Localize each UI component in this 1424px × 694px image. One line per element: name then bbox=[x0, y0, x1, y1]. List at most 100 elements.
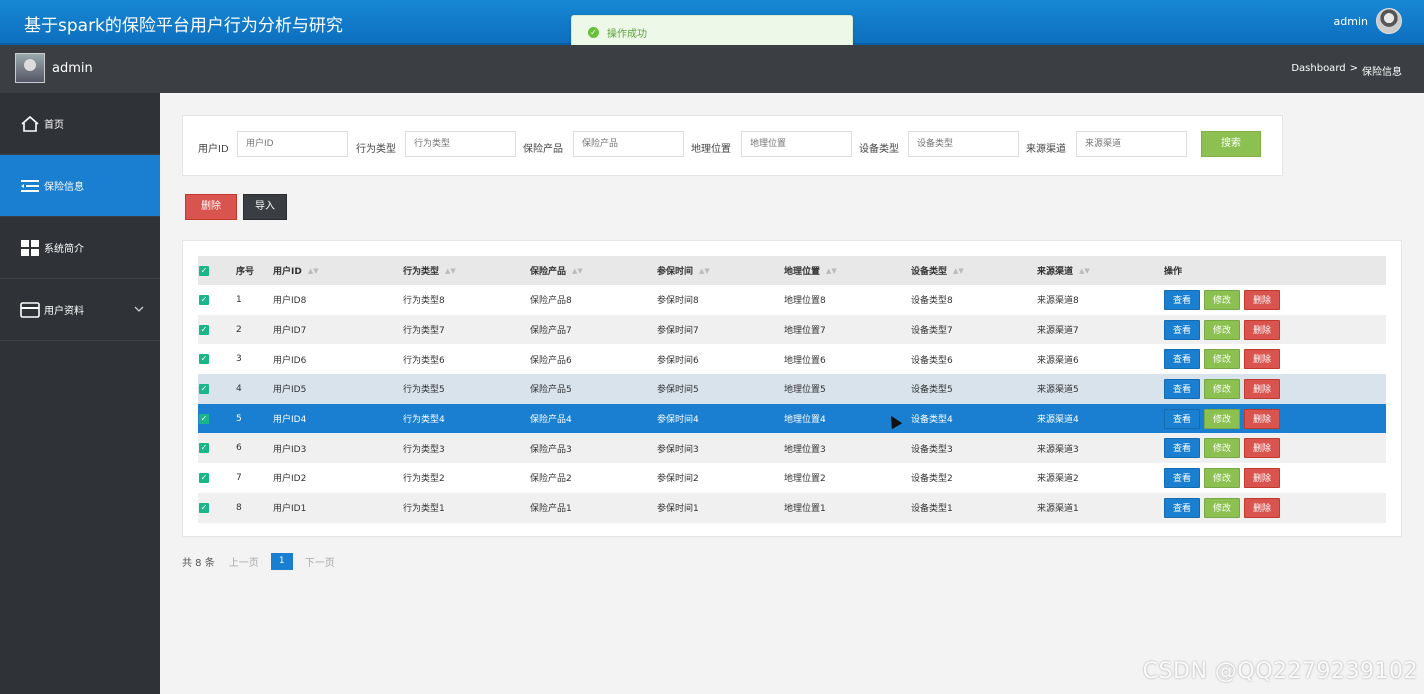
device-input[interactable] bbox=[908, 131, 1019, 157]
sort-icon[interactable]: ▲▼ bbox=[445, 267, 456, 275]
behavior-input[interactable] bbox=[405, 131, 516, 157]
cell-device: 设备类型3 bbox=[911, 444, 953, 455]
col-header-label: 来源渠道 bbox=[1037, 267, 1074, 277]
delete-button[interactable]: 删除 bbox=[1244, 497, 1281, 518]
cell-device: 设备类型5 bbox=[911, 385, 953, 396]
chevron-down-icon[interactable] bbox=[134, 305, 144, 316]
col-header-behavior[interactable]: 行为类型 ▲▼ bbox=[403, 256, 456, 285]
user-id-input[interactable] bbox=[237, 131, 348, 157]
table-row[interactable]: ✓ 4 用户ID5 行为类型5 保险产品5 参保时间5 地理位置5 设备类型5 … bbox=[198, 374, 1386, 404]
cell-product: 保险产品1 bbox=[530, 504, 572, 515]
cell-channel: 来源渠道1 bbox=[1037, 504, 1079, 515]
view-button[interactable]: 查看 bbox=[1164, 349, 1201, 370]
channel-input[interactable] bbox=[1076, 131, 1187, 157]
cell-actions: 查看 修改 删除 bbox=[1164, 404, 1284, 434]
view-button[interactable]: 查看 bbox=[1164, 289, 1201, 310]
row-checkbox[interactable]: ✓ bbox=[199, 344, 209, 374]
delete-button[interactable]: 删除 bbox=[1244, 438, 1281, 459]
edit-button[interactable]: 修改 bbox=[1204, 349, 1241, 370]
avatar[interactable] bbox=[1376, 8, 1402, 34]
cell-time: 参保时间4 bbox=[657, 415, 699, 426]
cell-product: 保险产品6 bbox=[530, 355, 572, 366]
delete-button[interactable]: 删除 bbox=[1244, 408, 1281, 429]
col-header-time[interactable]: 参保时间 ▲▼ bbox=[657, 256, 710, 285]
sidebar-item-intro[interactable]: 系统简介 bbox=[0, 217, 160, 279]
col-header-user-id[interactable]: 用户ID ▲▼ bbox=[273, 256, 319, 285]
cell-channel: 来源渠道2 bbox=[1037, 474, 1079, 485]
prev-page-button[interactable]: 上一页 bbox=[229, 554, 259, 569]
row-checkbox[interactable]: ✓ bbox=[199, 374, 209, 404]
view-button[interactable]: 查看 bbox=[1164, 438, 1201, 459]
table-row[interactable]: ✓ 6 用户ID3 行为类型3 保险产品3 参保时间3 地理位置3 设备类型3 … bbox=[198, 433, 1386, 464]
view-button[interactable]: 查看 bbox=[1164, 497, 1201, 518]
view-button[interactable]: 查看 bbox=[1164, 319, 1201, 340]
toast-message: 操作成功 bbox=[607, 29, 647, 40]
table-row[interactable]: ✓ 3 用户ID6 行为类型6 保险产品6 参保时间6 地理位置6 设备类型6 … bbox=[198, 344, 1386, 375]
table-row[interactable]: ✓ 7 用户ID2 行为类型2 保险产品2 参保时间2 地理位置2 设备类型2 … bbox=[198, 463, 1386, 493]
delete-button[interactable]: 删除 bbox=[1244, 378, 1281, 399]
sidebar-item-insurance[interactable]: 保险信息 bbox=[0, 155, 160, 217]
col-header-location[interactable]: 地理位置 ▲▼ bbox=[784, 256, 837, 285]
table-row-selected[interactable]: ✓ 5 用户ID4 行为类型4 保险产品4 参保时间4 地理位置4 设备类型4 … bbox=[198, 403, 1386, 434]
view-button[interactable]: 查看 bbox=[1164, 378, 1201, 399]
breadcrumb-dashboard[interactable]: Dashboard bbox=[1291, 63, 1345, 78]
table-row[interactable]: ✓ 2 用户ID7 行为类型7 保险产品7 参保时间7 地理位置7 设备类型7 … bbox=[198, 314, 1386, 345]
next-page-button[interactable]: 下一页 bbox=[305, 554, 335, 569]
view-button[interactable]: 查看 bbox=[1164, 467, 1201, 488]
cell-product: 保险产品5 bbox=[530, 385, 572, 396]
cell-product: 保险产品4 bbox=[530, 415, 572, 426]
sort-icon[interactable]: ▲▼ bbox=[572, 267, 583, 275]
table-panel: ✓ 序号 用户ID ▲▼ 行为类型 ▲▼ 保险产品 ▲▼ 参保时间 ▲▼ 地理位置 ▲▼ … bbox=[182, 240, 1402, 537]
check-icon: ✓ bbox=[199, 413, 209, 424]
edit-button[interactable]: 修改 bbox=[1204, 467, 1241, 488]
sort-icon[interactable]: ▲▼ bbox=[308, 267, 319, 275]
edit-button[interactable]: 修改 bbox=[1204, 378, 1241, 399]
location-input[interactable] bbox=[741, 131, 852, 157]
table-row[interactable]: ✓ 8 用户ID1 行为类型1 保险产品1 参保时间1 地理位置1 设备类型1 … bbox=[198, 492, 1386, 523]
table-row[interactable]: ✓ 1 用户ID8 行为类型8 保险产品8 参保时间8 地理位置8 设备类型8 … bbox=[198, 285, 1386, 315]
check-icon: ✓ bbox=[199, 443, 209, 454]
row-checkbox[interactable]: ✓ bbox=[199, 404, 209, 434]
col-header-device[interactable]: 设备类型 ▲▼ bbox=[911, 256, 964, 285]
sort-icon[interactable]: ▲▼ bbox=[1079, 267, 1090, 275]
cell-no: 7 bbox=[236, 472, 242, 483]
row-checkbox[interactable]: ✓ bbox=[199, 433, 209, 463]
sort-icon[interactable]: ▲▼ bbox=[826, 267, 837, 275]
col-header-product[interactable]: 保险产品 ▲▼ bbox=[530, 256, 583, 285]
label-behavior: 行为类型 bbox=[356, 144, 396, 155]
batch-delete-button[interactable]: 删除 bbox=[185, 194, 237, 220]
sort-icon[interactable]: ▲▼ bbox=[699, 267, 710, 275]
sidebar-item-label: 系统简介 bbox=[44, 244, 84, 255]
row-checkbox[interactable]: ✓ bbox=[199, 463, 209, 493]
cell-actions: 查看 修改 删除 bbox=[1164, 433, 1284, 463]
cell-actions: 查看 修改 删除 bbox=[1164, 493, 1284, 523]
col-header-channel[interactable]: 来源渠道 ▲▼ bbox=[1037, 256, 1090, 285]
top-user-menu[interactable]: admin bbox=[1334, 8, 1402, 34]
select-all-checkbox[interactable]: ✓ bbox=[199, 256, 209, 285]
sort-icon[interactable]: ▲▼ bbox=[953, 267, 964, 275]
import-button[interactable]: 导入 bbox=[243, 194, 287, 220]
cell-time: 参保时间3 bbox=[657, 444, 699, 455]
edit-button[interactable]: 修改 bbox=[1204, 438, 1241, 459]
search-button[interactable]: 搜索 bbox=[1201, 131, 1261, 157]
product-input[interactable] bbox=[573, 131, 684, 157]
label-location: 地理位置 bbox=[691, 144, 731, 155]
edit-button[interactable]: 修改 bbox=[1204, 289, 1241, 310]
page-number-current[interactable]: 1 bbox=[270, 553, 293, 570]
delete-button[interactable]: 删除 bbox=[1244, 467, 1281, 488]
row-checkbox[interactable]: ✓ bbox=[199, 285, 209, 315]
home-icon bbox=[20, 115, 40, 133]
row-checkbox[interactable]: ✓ bbox=[199, 493, 209, 523]
col-header-label: 参保时间 bbox=[657, 267, 694, 277]
row-checkbox[interactable]: ✓ bbox=[199, 315, 209, 345]
sidebar-item-home[interactable]: 首页 bbox=[0, 93, 160, 155]
sidebar-item-profile[interactable]: 用户资料 bbox=[0, 279, 160, 341]
delete-button[interactable]: 删除 bbox=[1244, 319, 1281, 340]
watermark: CSDN @QQ2279239102 bbox=[1142, 659, 1418, 684]
edit-button[interactable]: 修改 bbox=[1204, 497, 1241, 518]
delete-button[interactable]: 删除 bbox=[1244, 289, 1281, 310]
delete-button[interactable]: 删除 bbox=[1244, 349, 1281, 370]
edit-button[interactable]: 修改 bbox=[1204, 319, 1241, 340]
edit-button[interactable]: 修改 bbox=[1204, 408, 1241, 429]
view-button[interactable]: 查看 bbox=[1164, 408, 1201, 429]
